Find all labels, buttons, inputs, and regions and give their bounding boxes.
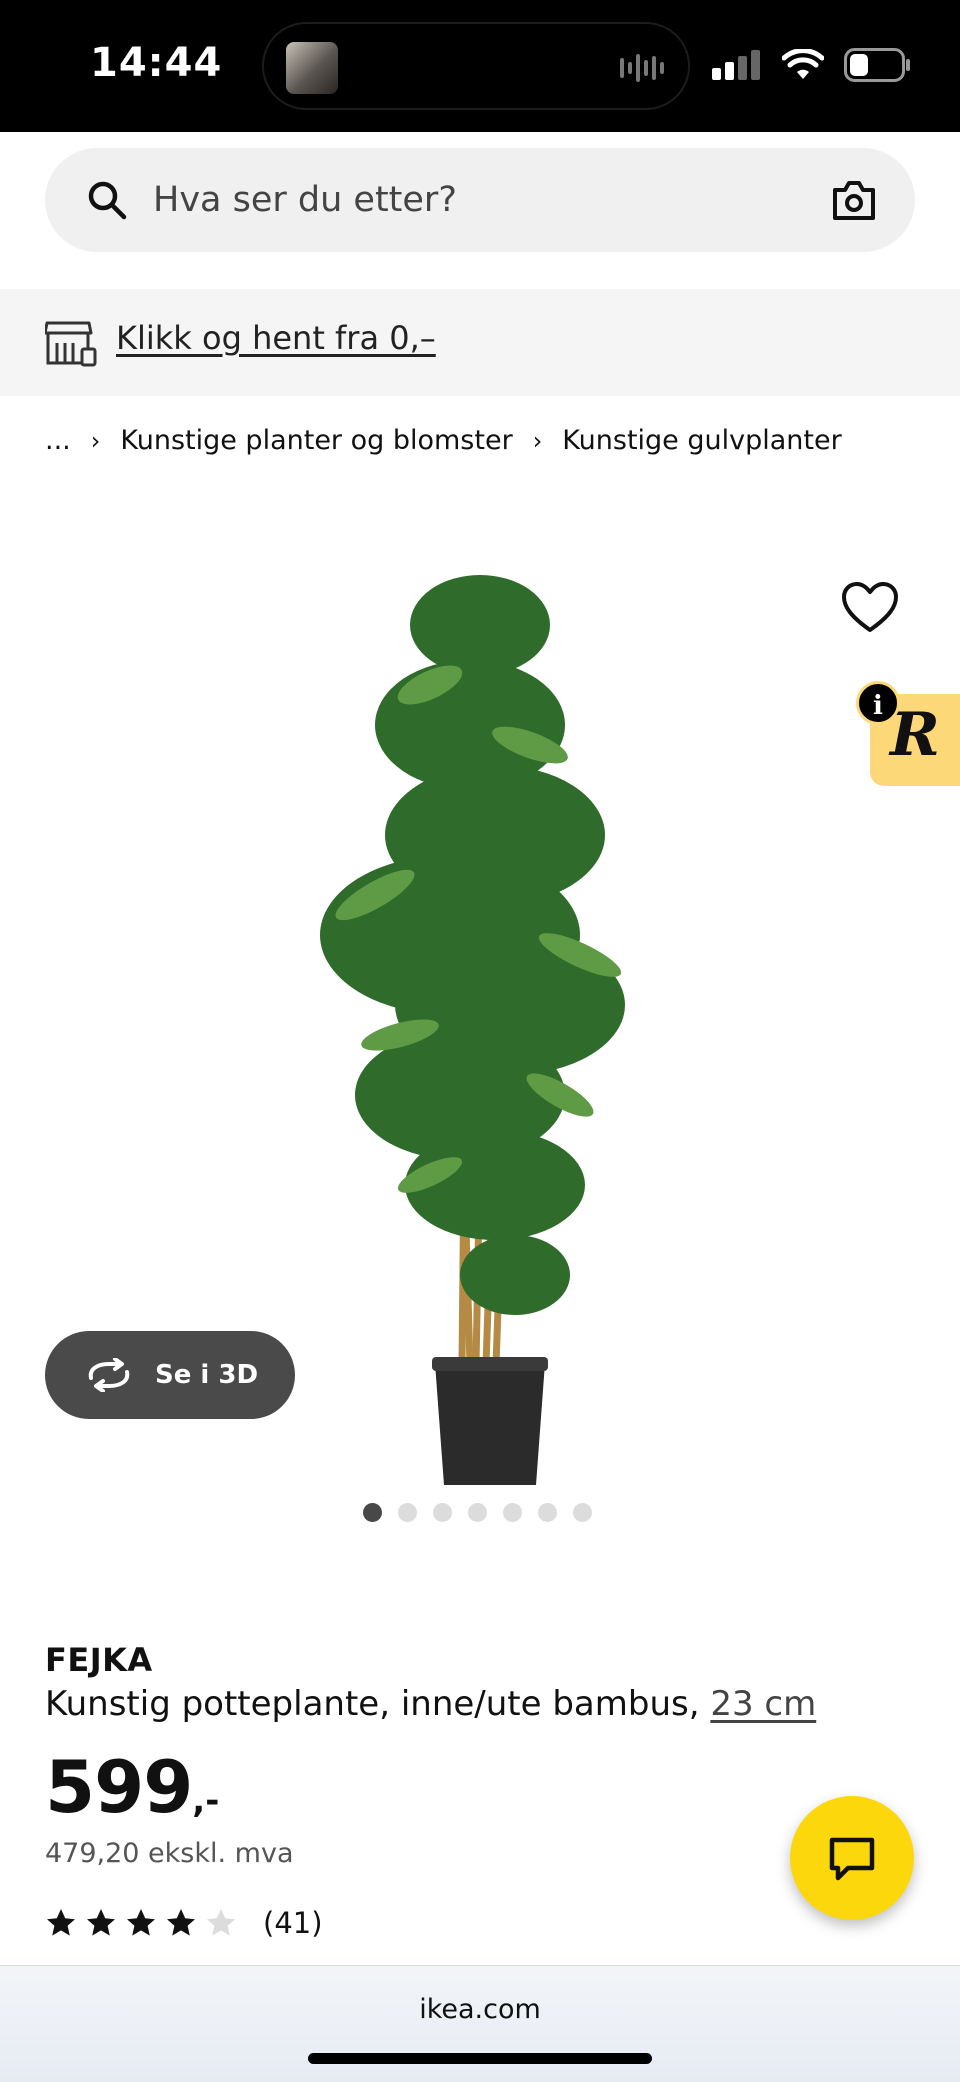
price-excl-vat: 479,20 ekskl. mva [45, 1838, 294, 1869]
rotate-3d-icon [88, 1358, 130, 1392]
price-integer: 599 [45, 1745, 193, 1829]
pagination-dot[interactable] [398, 1503, 417, 1522]
status-icons [712, 48, 912, 82]
home-indicator[interactable] [308, 2053, 652, 2064]
price-suffix: ,- [192, 1781, 220, 1821]
product-price: 599,- [45, 1745, 219, 1829]
star-icon [87, 1909, 115, 1936]
product-description-text: Kunstig potteplante, inne/ute bambus, [45, 1684, 700, 1724]
breadcrumb-item-artificial-plants[interactable]: Kunstige planter og blomster [120, 425, 512, 456]
product-rating[interactable]: (41) [45, 1906, 323, 1940]
pagination-dot[interactable] [503, 1503, 522, 1522]
search-input[interactable] [153, 170, 753, 230]
search-bar[interactable] [45, 148, 915, 252]
wifi-icon [782, 49, 824, 79]
chat-icon [829, 1837, 875, 1881]
now-playing-artwork [286, 42, 338, 94]
pagination-dot[interactable] [433, 1503, 452, 1522]
breadcrumb-ellipsis[interactable]: ... [45, 425, 71, 456]
product-image[interactable] [280, 535, 680, 1485]
battery-icon [844, 48, 910, 82]
status-bar: 14:44 [0, 0, 960, 132]
click-collect-link[interactable]: Klikk og hent fra 0,– [116, 319, 436, 357]
breadcrumb: ... › Kunstige planter og blomster › Kun… [45, 425, 842, 456]
star-icon [167, 1909, 195, 1936]
camera-icon[interactable] [831, 178, 877, 222]
product-size-link[interactable]: 23 cm [710, 1684, 816, 1724]
info-icon[interactable]: i [856, 681, 900, 725]
review-count[interactable]: (41) [263, 1906, 323, 1940]
breadcrumb-item-floor-plants[interactable]: Kunstige gulvplanter [562, 425, 841, 456]
chevron-right-icon: › [532, 426, 543, 455]
chevron-right-icon: › [90, 426, 101, 455]
audio-wave-icon [620, 54, 664, 82]
pagination-dot[interactable] [468, 1503, 487, 1522]
rating-stars [45, 1907, 245, 1939]
pagination-dot[interactable] [538, 1503, 557, 1522]
star-icon [127, 1909, 155, 1936]
url-text[interactable]: ikea.com [0, 1994, 960, 2025]
product-name: FEJKA [45, 1641, 153, 1679]
search-icon [88, 181, 127, 220]
click-collect-banner[interactable]: Klikk og hent fra 0,– [0, 289, 960, 396]
cellular-icon [712, 50, 760, 80]
product-description: Kunstig potteplante, inne/ute bambus, 23… [45, 1684, 816, 1724]
view-in-3d-button[interactable]: Se i 3D [45, 1331, 295, 1419]
view-in-3d-label: Se i 3D [155, 1360, 259, 1390]
chat-button[interactable] [790, 1796, 914, 1920]
dynamic-island[interactable] [262, 22, 690, 110]
browser-url-bar[interactable]: ikea.com [0, 1965, 960, 2082]
store-pickup-icon [45, 321, 97, 367]
star-icon [47, 1909, 75, 1936]
status-time: 14:44 [90, 40, 223, 86]
heart-icon[interactable] [840, 580, 900, 636]
pagination-dot[interactable] [363, 1503, 382, 1522]
star-icon [207, 1909, 235, 1936]
gallery-pagination [363, 1503, 592, 1522]
pagination-dot[interactable] [573, 1503, 592, 1522]
